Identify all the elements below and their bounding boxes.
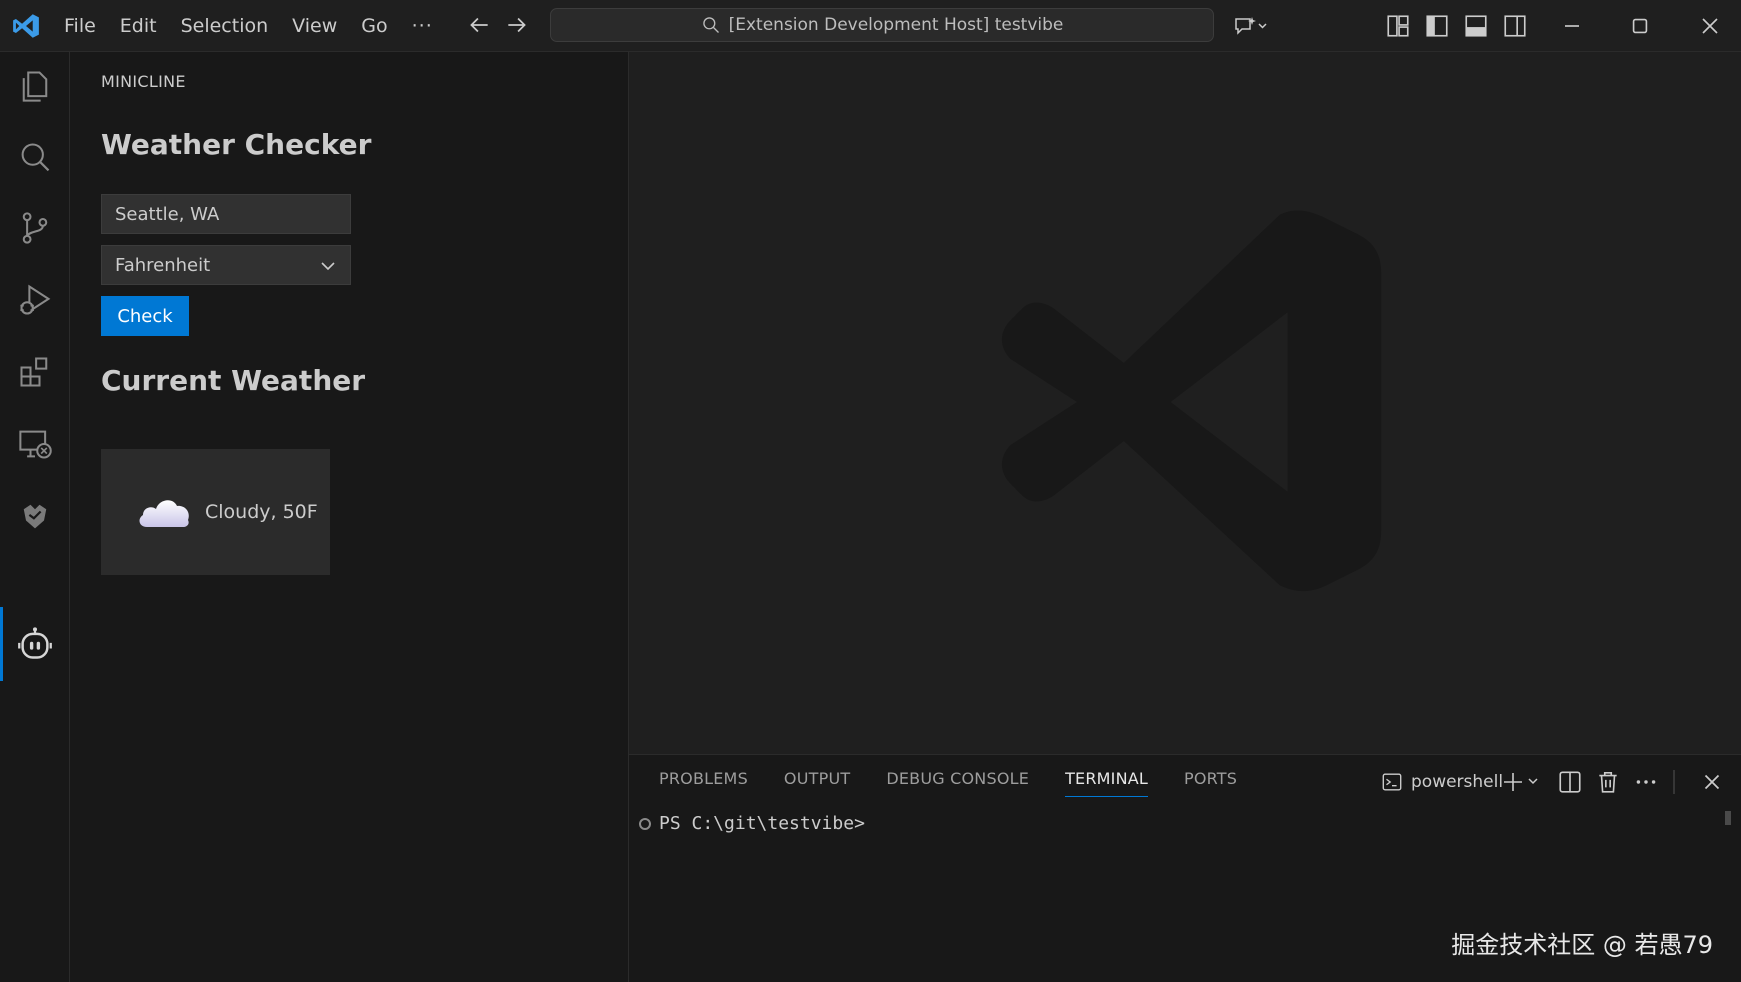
menu-file[interactable]: File: [52, 9, 108, 43]
close-window-icon[interactable]: [1696, 12, 1724, 40]
weather-result-card: Cloudy, 50F: [101, 449, 330, 575]
toggle-primary-sidebar-icon[interactable]: [1424, 13, 1450, 39]
trash-icon[interactable]: [1595, 769, 1621, 795]
search-icon: [702, 17, 719, 33]
minimize-icon[interactable]: [1558, 12, 1586, 40]
chevron-down-icon: [321, 262, 335, 271]
more-actions-icon[interactable]: [1633, 769, 1659, 795]
menu-selection[interactable]: Selection: [169, 9, 281, 43]
command-decoration-icon: [639, 817, 651, 830]
menu-more-button[interactable]: ···: [400, 15, 445, 37]
unit-select[interactable]: Fahrenheit: [101, 245, 351, 285]
terminal-line[interactable]: PS C:\git\testvibe>: [639, 813, 865, 834]
terminal-icon: [1382, 773, 1402, 791]
cloud-icon: [139, 500, 189, 527]
extensions-icon[interactable]: [17, 354, 53, 390]
run-debug-icon[interactable]: [17, 282, 53, 318]
panel-tab-bar: PROBLEMS OUTPUT DEBUG CONSOLE TERMINAL P…: [659, 769, 1237, 797]
current-weather-heading: Current Weather: [101, 364, 366, 397]
shell-name-label: powershell: [1411, 772, 1504, 792]
terminal-prompt: PS C:\git\testvibe>: [659, 813, 865, 834]
toggle-panel-icon[interactable]: [1463, 13, 1489, 39]
new-terminal-icon[interactable]: [1503, 769, 1543, 795]
terminal-shell-selector[interactable]: powershell: [1381, 771, 1503, 793]
tab-problems[interactable]: PROBLEMS: [659, 769, 748, 797]
tab-debug-console[interactable]: DEBUG CONSOLE: [886, 769, 1029, 797]
check-button[interactable]: Check: [101, 296, 189, 336]
toggle-secondary-sidebar-icon[interactable]: [1502, 13, 1528, 39]
sidebar-title: MINICLINE: [101, 72, 186, 91]
vscode-logo-icon: [13, 14, 39, 38]
source-control-icon[interactable]: [17, 210, 53, 246]
active-view-indicator: [0, 607, 3, 681]
split-terminal-icon[interactable]: [1557, 769, 1583, 795]
activity-bar: [0, 52, 70, 982]
terminal-scrollbar[interactable]: [1725, 811, 1731, 825]
command-center-search[interactable]: [Extension Development Host] testvibe: [550, 8, 1214, 42]
menu-view[interactable]: View: [280, 9, 349, 43]
weather-result-text: Cloudy, 50F: [205, 501, 318, 523]
weather-checker-heading: Weather Checker: [101, 128, 372, 161]
panel-divider: [1673, 770, 1675, 794]
title-bar: File Edit Selection View Go ··· [Extensi…: [0, 0, 1741, 52]
explorer-icon[interactable]: [17, 68, 53, 104]
unit-select-value: Fahrenheit: [115, 254, 211, 276]
search-icon[interactable]: [17, 140, 53, 176]
copilot-chat-icon[interactable]: [1232, 13, 1268, 39]
side-bar: MINICLINE Weather Checker Fahrenheit Che…: [70, 52, 629, 982]
editor-area: [629, 52, 1741, 754]
robot-icon[interactable]: [17, 626, 53, 662]
city-input[interactable]: [101, 194, 351, 234]
site-watermark: 掘金技术社区 @ 若愚79: [1451, 931, 1713, 959]
bottom-panel: PROBLEMS OUTPUT DEBUG CONSOLE TERMINAL P…: [629, 754, 1741, 982]
vscode-watermark-icon: [1001, 210, 1382, 592]
testing-icon[interactable]: [17, 498, 53, 534]
customize-layout-icon[interactable]: [1385, 13, 1411, 39]
menu-edit[interactable]: Edit: [108, 9, 169, 43]
back-arrow-icon[interactable]: [466, 12, 492, 38]
close-panel-icon[interactable]: [1699, 769, 1725, 795]
tab-output[interactable]: OUTPUT: [784, 769, 850, 797]
remote-explorer-icon[interactable]: [17, 426, 53, 462]
maximize-icon[interactable]: [1626, 12, 1654, 40]
tab-ports[interactable]: PORTS: [1184, 769, 1237, 797]
command-center-text: [Extension Development Host] testvibe: [728, 15, 1064, 35]
forward-arrow-icon[interactable]: [504, 12, 530, 38]
menu-bar: File Edit Selection View Go ···: [52, 0, 445, 52]
menu-go[interactable]: Go: [349, 9, 399, 43]
tab-terminal[interactable]: TERMINAL: [1065, 769, 1149, 797]
